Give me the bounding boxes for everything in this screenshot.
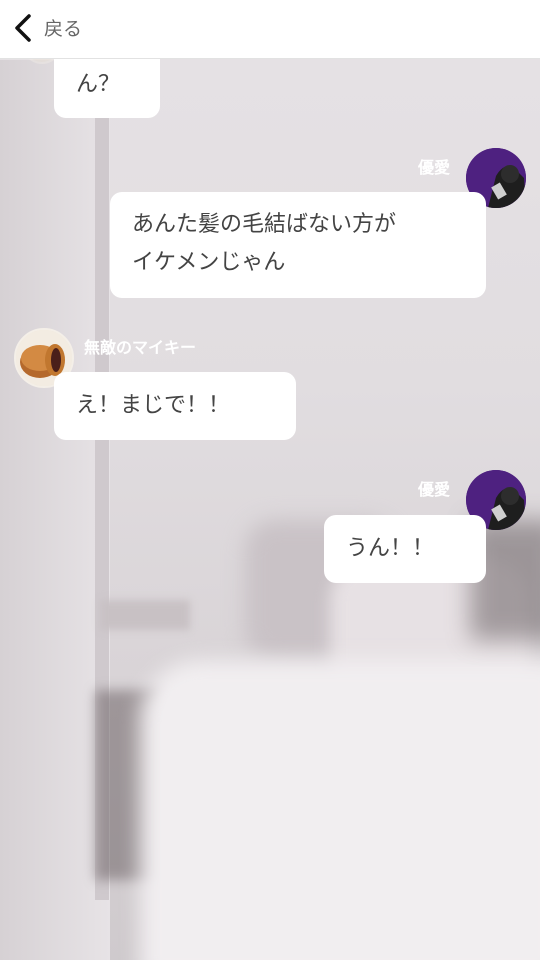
message-text: イケメンじゃん	[132, 250, 286, 275]
message-text: え！まじで！！	[76, 393, 231, 418]
background-photo	[0, 0, 540, 960]
message-bubble: うん！！	[324, 515, 486, 583]
message-bubble: ん？	[54, 58, 160, 118]
back-button[interactable]: 戻る	[44, 14, 82, 41]
sender-name: 優愛	[418, 158, 451, 177]
chevron-left-icon[interactable]	[12, 13, 34, 43]
sender-name: 優愛	[418, 480, 451, 499]
message-text: ん？	[76, 72, 121, 97]
message-bubble: あんた髪の毛結ばない方が イケメンじゃん	[110, 192, 486, 298]
message-text: うん！！	[346, 536, 435, 561]
top-nav-bar: 戻る	[0, 0, 540, 59]
message-text: あんた髪の毛結ばない方が	[132, 212, 397, 237]
sender-name: 無敵のマイキー	[84, 338, 197, 357]
message-bubble: え！まじで！！	[54, 372, 296, 440]
